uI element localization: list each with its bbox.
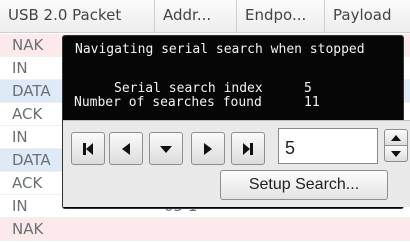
setup-search-button[interactable]: Setup Search... — [220, 170, 388, 200]
search-index-input[interactable] — [278, 128, 378, 164]
last-result-button[interactable] — [231, 132, 265, 165]
spin-down-icon — [391, 150, 401, 157]
packet-type: ACK — [12, 174, 43, 192]
packet-type: IN — [12, 59, 28, 77]
index-increment-button[interactable] — [384, 129, 408, 146]
packet-type: IN — [12, 128, 28, 146]
packet-type: ACK — [12, 105, 43, 123]
column-header-address[interactable]: Addr... — [154, 0, 236, 33]
column-header-usb-packet[interactable]: USB 2.0 Packet — [8, 0, 154, 33]
next-arrow-icon — [204, 142, 212, 155]
skip-to-last-icon — [243, 142, 253, 155]
packet-type: NAK — [12, 220, 44, 238]
skip-to-first-icon — [83, 142, 93, 155]
search-index-label: Serial search index — [114, 81, 263, 96]
packet-type: NAK — [12, 36, 44, 54]
index-decrement-button[interactable] — [384, 145, 408, 162]
search-index-value: 5 — [304, 81, 312, 96]
down-button[interactable] — [149, 132, 183, 165]
spin-up-icon — [391, 134, 401, 141]
packet-type: DATA — [12, 82, 51, 100]
next-result-button[interactable] — [191, 132, 225, 165]
table-header: USB 2.0 Packet Addr... Endpo... Payload — [0, 0, 410, 33]
previous-arrow-icon — [122, 142, 130, 155]
searches-found-value: 11 — [304, 95, 320, 110]
first-result-button[interactable] — [71, 132, 105, 165]
search-navigation-controls: Setup Search... — [63, 120, 410, 207]
searches-found-label: Number of searches found — [74, 95, 262, 110]
down-arrow-icon — [160, 145, 172, 153]
table-row[interactable]: NAK — [0, 218, 410, 241]
packet-type: DATA — [12, 151, 51, 169]
previous-result-button[interactable] — [109, 132, 143, 165]
column-header-endpoint[interactable]: Endpo... — [236, 0, 324, 33]
packet-type: IN — [12, 197, 28, 215]
column-header-payload[interactable]: Payload — [324, 0, 410, 33]
popup-title: Navigating serial search when stopped — [75, 42, 365, 57]
